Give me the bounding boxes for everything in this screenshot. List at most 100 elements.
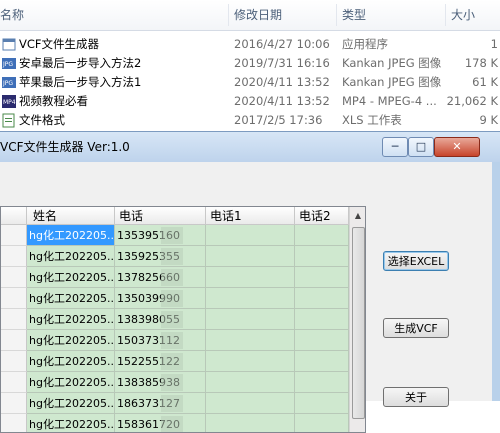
grid-cell-name[interactable]: hg化工202205... <box>27 351 115 372</box>
file-size: 178 K <box>464 56 498 70</box>
scroll-up-arrow-icon[interactable]: ▲ <box>350 207 365 224</box>
column-name[interactable]: 名称 <box>0 0 24 30</box>
grid-cell-name[interactable]: hg化工202205... <box>27 414 115 432</box>
grid-header-name[interactable]: 姓名 <box>27 207 115 225</box>
close-button[interactable]: ✕ <box>434 137 480 157</box>
file-size: 61 K <box>472 75 498 89</box>
grid-cell-phone1[interactable] <box>206 372 295 393</box>
grid-cell-name[interactable]: hg化工202205... <box>27 246 115 267</box>
grid-cell-phone2[interactable] <box>295 288 349 309</box>
grid-cell-phone2[interactable] <box>295 414 349 432</box>
redaction-blur <box>161 290 183 307</box>
contacts-grid[interactable]: 姓名 电话 电话1 电话2 hg化工202205... 135395160 hg化工… <box>0 206 366 433</box>
column-separator[interactable] <box>228 4 229 26</box>
file-explorer-list: 名称 修改日期 类型 大小 VCF文件生成器 2016/4/27 10:06 应… <box>0 0 500 140</box>
file-size: 1 <box>490 37 498 51</box>
file-row[interactable]: VCF文件生成器 2016/4/27 10:06 应用程序 1 <box>0 35 500 54</box>
grid-cell-phone2[interactable] <box>295 372 349 393</box>
grid-row-header[interactable] <box>1 225 27 246</box>
redaction-blur <box>161 248 183 265</box>
file-date: 2017/2/5 17:36 <box>234 113 323 127</box>
grid-cell-phone1[interactable] <box>206 267 295 288</box>
grid-cell-phone2[interactable] <box>295 267 349 288</box>
window-title: VCF文件生成器 Ver:1.0 <box>0 140 130 154</box>
file-name: VCF文件生成器 <box>19 37 100 51</box>
grid-row-header[interactable] <box>1 372 27 393</box>
redaction-blur <box>161 416 183 432</box>
xls-icon <box>2 113 15 128</box>
file-date: 2020/4/11 13:52 <box>234 75 330 89</box>
grid-cell-name[interactable]: hg化工202205... <box>27 330 115 351</box>
grid-cell-phone2[interactable] <box>295 246 349 267</box>
explorer-column-header: 名称 修改日期 类型 大小 <box>0 0 500 31</box>
column-size[interactable]: 大小 <box>451 0 475 30</box>
grid-cell-phone1[interactable] <box>206 309 295 330</box>
svg-text:JPG: JPG <box>2 61 13 68</box>
about-button[interactable]: 关于 <box>383 387 449 407</box>
select-excel-button[interactable]: 选择EXCEL <box>383 251 449 271</box>
grid-cell-phone1[interactable] <box>206 414 295 432</box>
grid-cell-name[interactable]: hg化工202205... <box>27 267 115 288</box>
scroll-thumb[interactable] <box>352 227 365 419</box>
grid-row-header[interactable] <box>1 414 27 432</box>
grid-cell-name[interactable]: hg化工202205... <box>27 288 115 309</box>
grid-row-header[interactable] <box>1 267 27 288</box>
grid-cell-phone2[interactable] <box>295 351 349 372</box>
redaction-blur <box>161 353 183 370</box>
grid-cell-phone1[interactable] <box>206 246 295 267</box>
grid-row-header[interactable] <box>1 309 27 330</box>
grid-header-phone[interactable]: 电话 <box>115 207 206 225</box>
grid-cell-name[interactable]: hg化工202205... <box>27 225 115 246</box>
grid-cell-phone1[interactable] <box>206 351 295 372</box>
redaction-blur <box>161 311 183 328</box>
file-name: 苹果最后一步导入方法1 <box>19 75 142 89</box>
grid-cell-phone2[interactable] <box>295 330 349 351</box>
column-date[interactable]: 修改日期 <box>234 0 282 30</box>
jpeg-icon: JPG <box>2 58 16 69</box>
file-row[interactable]: JPG 安卓最后一步导入方法2 2019/7/31 16:16 Kankan J… <box>0 54 500 73</box>
grid-cell-name[interactable]: hg化工202205... <box>27 309 115 330</box>
file-row[interactable]: 文件格式 2017/2/5 17:36 XLS 工作表 9 K <box>0 111 500 130</box>
svg-text:JPG: JPG <box>2 80 13 87</box>
app-icon <box>2 38 16 51</box>
file-type: Kankan JPEG 图像 <box>342 75 442 89</box>
grid-cell-phone1[interactable] <box>206 225 295 246</box>
grid-corner <box>1 207 27 225</box>
redaction-blur <box>161 332 183 349</box>
grid-cell-phone1[interactable] <box>206 288 295 309</box>
grid-row-header[interactable] <box>1 288 27 309</box>
redaction-blur <box>161 227 183 244</box>
grid-row-header[interactable] <box>1 393 27 414</box>
grid-cell-phone1[interactable] <box>206 393 295 414</box>
generate-vcf-button[interactable]: 生成VCF <box>383 318 449 338</box>
redaction-blur <box>161 269 183 286</box>
file-row[interactable]: MP4 视频教程必看 2020/4/11 13:52 MP4 - MPEG-4 … <box>0 92 500 111</box>
file-size: 9 K <box>479 113 498 127</box>
grid-row-header[interactable] <box>1 246 27 267</box>
file-row[interactable]: JPG 苹果最后一步导入方法1 2020/4/11 13:52 Kankan J… <box>0 73 500 92</box>
file-name: 视频教程必看 <box>19 94 88 108</box>
jpeg-icon: JPG <box>2 77 16 88</box>
file-name: 安卓最后一步导入方法2 <box>19 56 142 70</box>
file-date: 2016/4/27 10:06 <box>234 37 330 51</box>
grid-header-phone1[interactable]: 电话1 <box>206 207 295 225</box>
column-type[interactable]: 类型 <box>342 0 366 30</box>
maximize-button[interactable]: □ <box>408 137 434 157</box>
mp4-icon: MP4 <box>2 95 16 108</box>
column-separator[interactable] <box>445 4 446 26</box>
grid-cell-name[interactable]: hg化工202205... <box>27 393 115 414</box>
grid-cell-phone1[interactable] <box>206 330 295 351</box>
file-type: MP4 - MPEG-4 ... <box>342 94 437 108</box>
column-separator[interactable] <box>336 4 337 26</box>
grid-row-header[interactable] <box>1 330 27 351</box>
minimize-button[interactable]: ─ <box>382 137 408 157</box>
grid-header-phone2[interactable]: 电话2 <box>295 207 349 225</box>
grid-cell-phone2[interactable] <box>295 309 349 330</box>
grid-cell-phone2[interactable] <box>295 225 349 246</box>
grid-row-header[interactable] <box>1 351 27 372</box>
grid-cell-phone2[interactable] <box>295 393 349 414</box>
grid-cell-name[interactable]: hg化工202205... <box>27 372 115 393</box>
file-date: 2019/7/31 16:16 <box>234 56 330 70</box>
grid-vertical-scrollbar[interactable]: ▲ <box>349 207 365 432</box>
title-bar[interactable]: VCF文件生成器 Ver:1.0 ─ □ ✕ <box>0 132 500 162</box>
